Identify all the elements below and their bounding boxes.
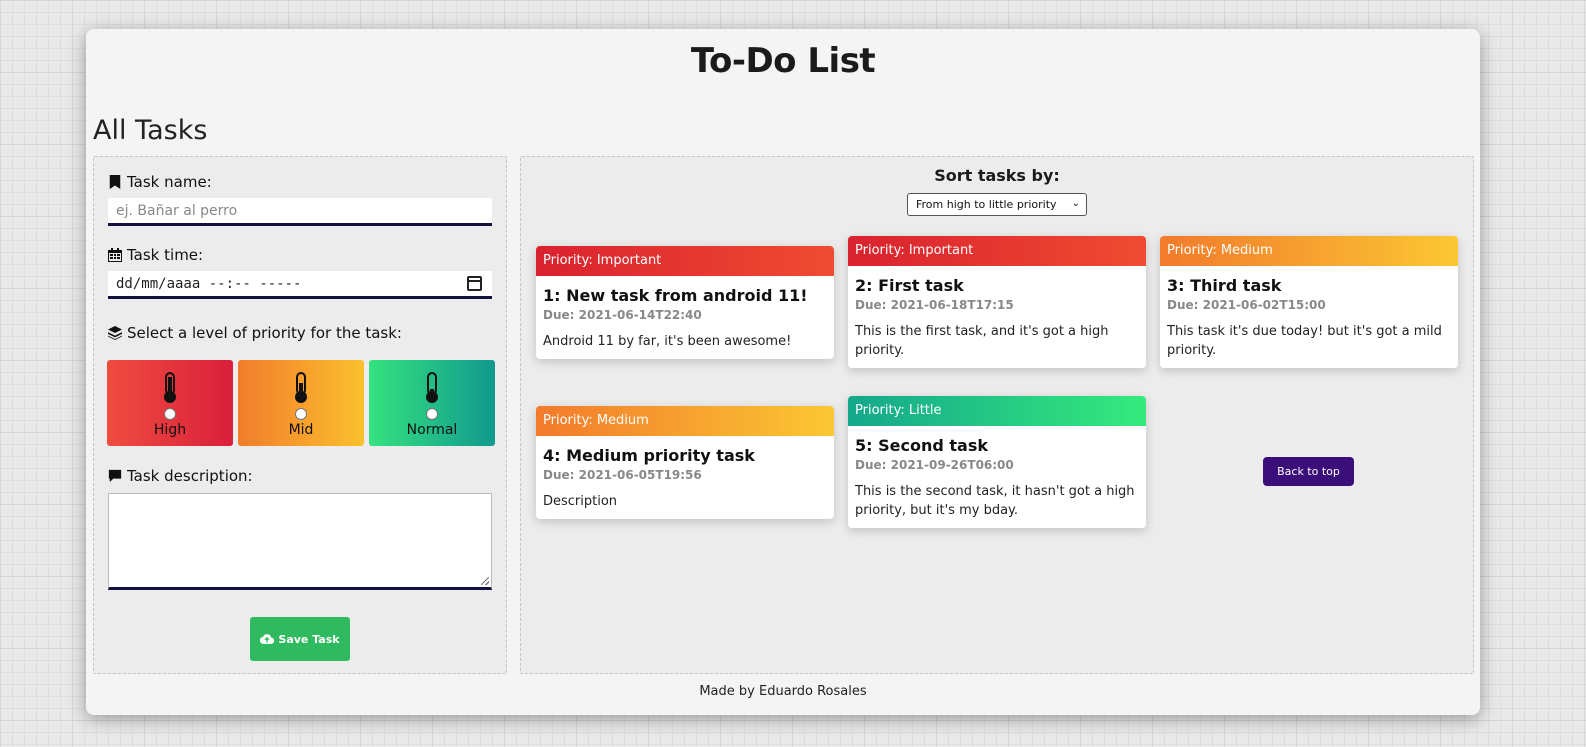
card-description: This is the first task, and it's got a h… (855, 324, 1109, 358)
task-time-input[interactable]: dd/mm/aaaa --:-- ----- (108, 271, 492, 299)
layers-icon (108, 326, 122, 340)
description-label: Task description: (108, 467, 253, 485)
footer-credit: Made by Eduardo Rosales (699, 684, 867, 699)
priority-option-high[interactable]: High (107, 360, 233, 446)
task-name-label: Task name: (108, 173, 212, 191)
priority-label: Select a level of priority for the task: (108, 324, 402, 342)
app-title: To-Do List (690, 41, 876, 81)
priority-option-normal[interactable]: Normal (369, 360, 495, 446)
priority-option-mid[interactable]: Mid (238, 360, 364, 446)
task-name-input[interactable] (108, 198, 492, 226)
tasks-panel: Sort tasks by: From high to little prior… (520, 156, 1474, 674)
thermometer-full-icon (164, 372, 176, 403)
task-time-label: Task time: (108, 246, 203, 264)
bookmark-icon (109, 175, 121, 189)
card-due: Due: 2021-06-14T22:40 (543, 308, 702, 322)
card-priority-header: Priority: Medium (1160, 236, 1458, 266)
back-to-top-button[interactable]: Back to top (1263, 457, 1354, 486)
task-card[interactable]: Priority: Medium 4: Medium priority task… (536, 406, 834, 519)
task-card[interactable]: Priority: Important 2: First task Due: 2… (848, 236, 1146, 368)
card-title: 1: New task from android 11! (543, 286, 808, 305)
thermometer-half-icon (295, 372, 307, 403)
sort-select[interactable]: From high to little priority ⌄ (907, 193, 1087, 216)
card-description: This is the second task, it hasn't got a… (855, 484, 1135, 518)
priority-options: High Mid Normal (107, 360, 495, 446)
card-title: 4: Medium priority task (543, 446, 755, 465)
section-title: All Tasks (93, 115, 208, 146)
priority-radio-normal[interactable] (426, 408, 438, 420)
priority-radio-mid[interactable] (295, 408, 307, 420)
description-textarea[interactable] (108, 493, 492, 590)
card-priority-header: Priority: Important (848, 236, 1146, 266)
sort-label: Sort tasks by: (934, 166, 1060, 185)
card-description: This task it's due today! but it's got a… (1167, 324, 1442, 358)
card-priority-header: Priority: Medium (536, 406, 834, 436)
card-description: Description (543, 494, 618, 509)
calendar-icon (108, 248, 122, 262)
thermometer-low-icon (426, 372, 438, 403)
task-card[interactable]: Priority: Little 5: Second task Due: 202… (848, 396, 1146, 528)
card-title: 3: Third task (1167, 276, 1282, 295)
card-due: Due: 2021-09-26T06:00 (855, 458, 1014, 472)
cloud-upload-icon (260, 634, 275, 644)
priority-radio-high[interactable] (164, 408, 176, 420)
todo-app: To-Do List All Tasks Task name: Task tim… (86, 29, 1480, 715)
card-description: Android 11 by far, it's been awesome! (543, 334, 792, 349)
task-form: Task name: Task time: dd/mm/aaaa --:-- -… (93, 156, 507, 674)
chevron-down-icon: ⌄ (1071, 198, 1080, 209)
task-card[interactable]: Priority: Important 1: New task from and… (536, 246, 834, 359)
card-due: Due: 2021-06-18T17:15 (855, 298, 1014, 312)
save-task-button[interactable]: Save Task (250, 617, 350, 661)
comment-icon (108, 469, 122, 483)
task-card[interactable]: Priority: Medium 3: Third task Due: 2021… (1160, 236, 1458, 368)
card-title: 5: Second task (855, 436, 988, 455)
card-title: 2: First task (855, 276, 964, 295)
resize-grip-icon[interactable] (481, 577, 489, 585)
card-due: Due: 2021-06-02T15:00 (1167, 298, 1326, 312)
card-priority-header: Priority: Important (536, 246, 834, 276)
card-due: Due: 2021-06-05T19:56 (543, 468, 702, 482)
card-priority-header: Priority: Little (848, 396, 1146, 426)
calendar-picker-icon[interactable] (467, 276, 482, 291)
